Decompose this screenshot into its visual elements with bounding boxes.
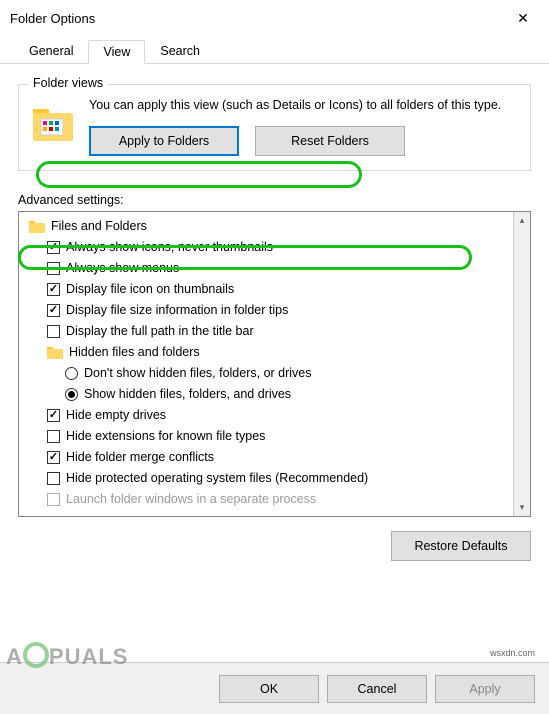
- tab-strip: General View Search: [0, 36, 549, 64]
- tree-root-label: Files and Folders: [51, 219, 147, 233]
- tab-search[interactable]: Search: [145, 39, 215, 63]
- checkbox-icon[interactable]: [47, 409, 60, 422]
- tree-item-label: Show hidden files, folders, and drives: [84, 387, 291, 401]
- checkbox-icon[interactable]: [47, 472, 60, 485]
- tree-item-label: Display file icon on thumbnails: [66, 282, 234, 296]
- checkbox-icon[interactable]: [47, 262, 60, 275]
- tree-item-label: Don't show hidden files, folders, or dri…: [84, 366, 312, 380]
- tree-item-label: Display file size information in folder …: [66, 303, 288, 317]
- cancel-button[interactable]: Cancel: [327, 675, 427, 703]
- tree-item-label: Hide extensions for known file types: [66, 429, 265, 443]
- tree-item-label: Hide empty drives: [66, 408, 166, 422]
- checkbox-icon[interactable]: [47, 325, 60, 338]
- tab-general[interactable]: General: [14, 39, 88, 63]
- window-title: Folder Options: [10, 11, 95, 26]
- watermark-o-icon: [23, 642, 49, 668]
- tree-item-highlighted[interactable]: Show hidden files, folders, and drives: [25, 384, 513, 405]
- tree-item-label: Always show menus: [66, 261, 179, 275]
- tree-item-label: Hide folder merge conflicts: [66, 450, 214, 464]
- tree-item-label: Hidden files and folders: [69, 345, 200, 359]
- title-bar: Folder Options ✕: [0, 0, 549, 36]
- restore-defaults-button[interactable]: Restore Defaults: [391, 531, 531, 561]
- close-icon: ✕: [517, 10, 529, 27]
- watermark-prefix: A: [6, 644, 23, 669]
- tree-content: Files and Folders Always show icons, nev…: [19, 212, 513, 516]
- scroll-up-icon[interactable]: ▴: [514, 212, 530, 229]
- checkbox-icon[interactable]: [47, 430, 60, 443]
- tree-item[interactable]: Always show menus: [25, 258, 513, 279]
- watermark-byline: wsxdn.com: [490, 648, 535, 658]
- checkbox-icon[interactable]: [47, 283, 60, 296]
- close-button[interactable]: ✕: [501, 3, 545, 33]
- tree-item-label: Always show icons, never thumbnails: [66, 240, 273, 254]
- tree-item-label: Launch folder windows in a separate proc…: [66, 492, 316, 506]
- tree-root: Files and Folders: [25, 216, 513, 237]
- ok-button[interactable]: OK: [219, 675, 319, 703]
- checkbox-icon[interactable]: [47, 241, 60, 254]
- checkbox-icon[interactable]: [47, 304, 60, 317]
- apply-button[interactable]: Apply: [435, 675, 535, 703]
- tab-view[interactable]: View: [88, 40, 145, 64]
- tree-sub-folder: Hidden files and folders: [25, 342, 513, 363]
- folder-icon: [47, 345, 63, 359]
- watermark-logo: A PUALS: [6, 642, 128, 670]
- tree-item-label: Hide protected operating system files (R…: [66, 471, 368, 485]
- apply-to-folders-button[interactable]: Apply to Folders: [89, 126, 239, 156]
- tree-item-highlighted[interactable]: Hide protected operating system files (R…: [25, 468, 513, 489]
- fade-overlay: [19, 506, 513, 516]
- advanced-settings-label: Advanced settings:: [18, 193, 531, 207]
- scrollbar[interactable]: ▴ ▾: [513, 212, 530, 516]
- tab-content: Folder views You can apply this view (su…: [0, 64, 549, 561]
- tree-item[interactable]: Don't show hidden files, folders, or dri…: [25, 363, 513, 384]
- folder-views-group: Folder views You can apply this view (su…: [18, 84, 531, 171]
- tree-item[interactable]: Display the full path in the title bar: [25, 321, 513, 342]
- checkbox-icon[interactable]: [47, 493, 60, 506]
- advanced-settings-tree[interactable]: Files and Folders Always show icons, nev…: [18, 211, 531, 517]
- tree-item[interactable]: Always show icons, never thumbnails: [25, 237, 513, 258]
- tree-item[interactable]: Display file size information in folder …: [25, 300, 513, 321]
- folder-views-legend: Folder views: [29, 76, 107, 90]
- tree-item[interactable]: Hide folder merge conflicts: [25, 447, 513, 468]
- scroll-down-icon[interactable]: ▾: [514, 499, 530, 516]
- tree-item-label: Display the full path in the title bar: [66, 324, 254, 338]
- folder-icon: [31, 101, 75, 145]
- tree-item[interactable]: Hide extensions for known file types: [25, 426, 513, 447]
- tree-item[interactable]: Hide empty drives: [25, 405, 513, 426]
- checkbox-icon[interactable]: [47, 451, 60, 464]
- tree-item[interactable]: Display file icon on thumbnails: [25, 279, 513, 300]
- reset-folders-button[interactable]: Reset Folders: [255, 126, 405, 156]
- folder-views-description: You can apply this view (such as Details…: [89, 97, 518, 114]
- radio-icon[interactable]: [65, 388, 78, 401]
- folder-icon: [29, 219, 45, 233]
- watermark-suffix: PUALS: [49, 644, 129, 669]
- radio-icon[interactable]: [65, 367, 78, 380]
